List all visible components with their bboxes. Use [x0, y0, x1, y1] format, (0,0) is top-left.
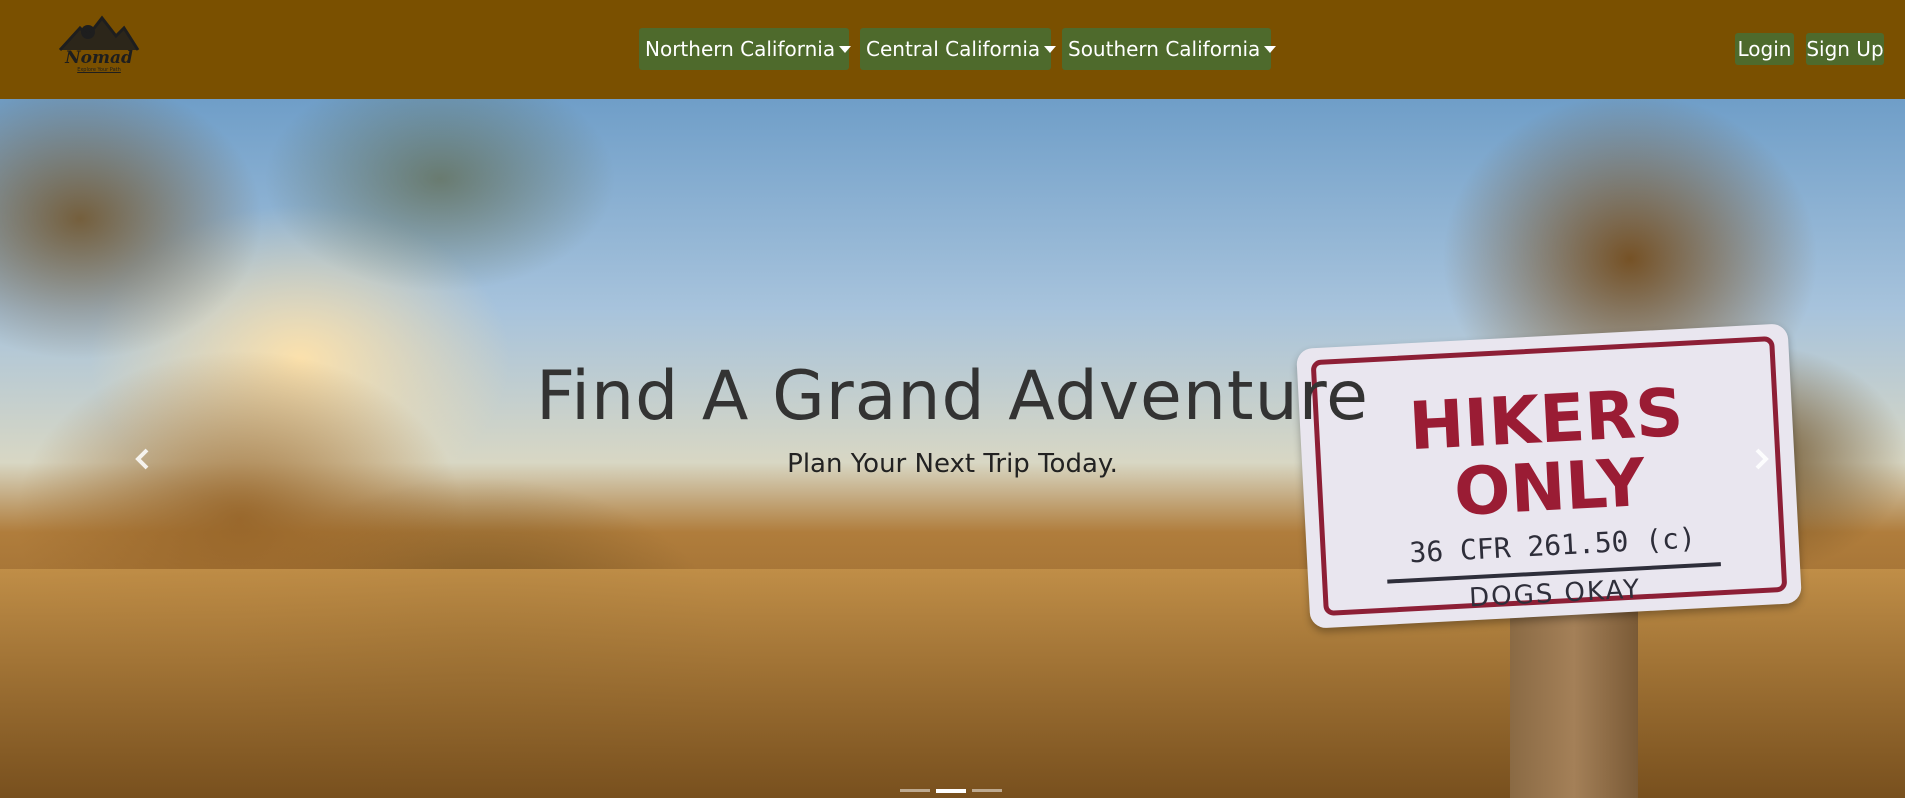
- caret-down-icon: [1264, 45, 1277, 53]
- carousel-next-button[interactable]: [1741, 439, 1781, 479]
- southern-california-dropdown[interactable]: Southern California: [1062, 28, 1277, 70]
- caret-down-icon: [1044, 45, 1057, 53]
- chevron-right-icon: [1755, 448, 1769, 470]
- southern-california-label: Southern California: [1068, 37, 1261, 61]
- central-california-dropdown[interactable]: Central California: [860, 28, 1057, 70]
- hero-carousel: HIKERS ONLY 36 CFR 261.50 (c) DOGS OKAY …: [0, 99, 1905, 798]
- carousel-prev-button[interactable]: [123, 439, 163, 479]
- top-navbar: Nomad Explore Your Path Northern Califor…: [0, 0, 1905, 99]
- login-button[interactable]: Login: [1735, 33, 1794, 65]
- carousel-indicator-1[interactable]: [900, 789, 930, 792]
- carousel-indicator-2[interactable]: [936, 789, 966, 793]
- chevron-left-icon: [135, 448, 149, 470]
- northern-california-label: Northern California: [645, 37, 836, 61]
- brand-logo[interactable]: Nomad Explore Your Path: [58, 14, 140, 78]
- hero-subtitle: Plan Your Next Trip Today.: [787, 449, 1118, 479]
- brand-tagline: Explore Your Path: [77, 67, 121, 73]
- brand-name: Nomad: [65, 48, 133, 68]
- central-california-label: Central California: [866, 37, 1041, 61]
- carousel-indicator-3[interactable]: [972, 789, 1002, 792]
- sign-post: [1510, 599, 1638, 798]
- signup-button[interactable]: Sign Up: [1806, 33, 1884, 65]
- caret-down-icon: [839, 45, 852, 53]
- northern-california-dropdown[interactable]: Northern California: [639, 28, 852, 70]
- hero-title: Find A Grand Adventure: [536, 357, 1369, 436]
